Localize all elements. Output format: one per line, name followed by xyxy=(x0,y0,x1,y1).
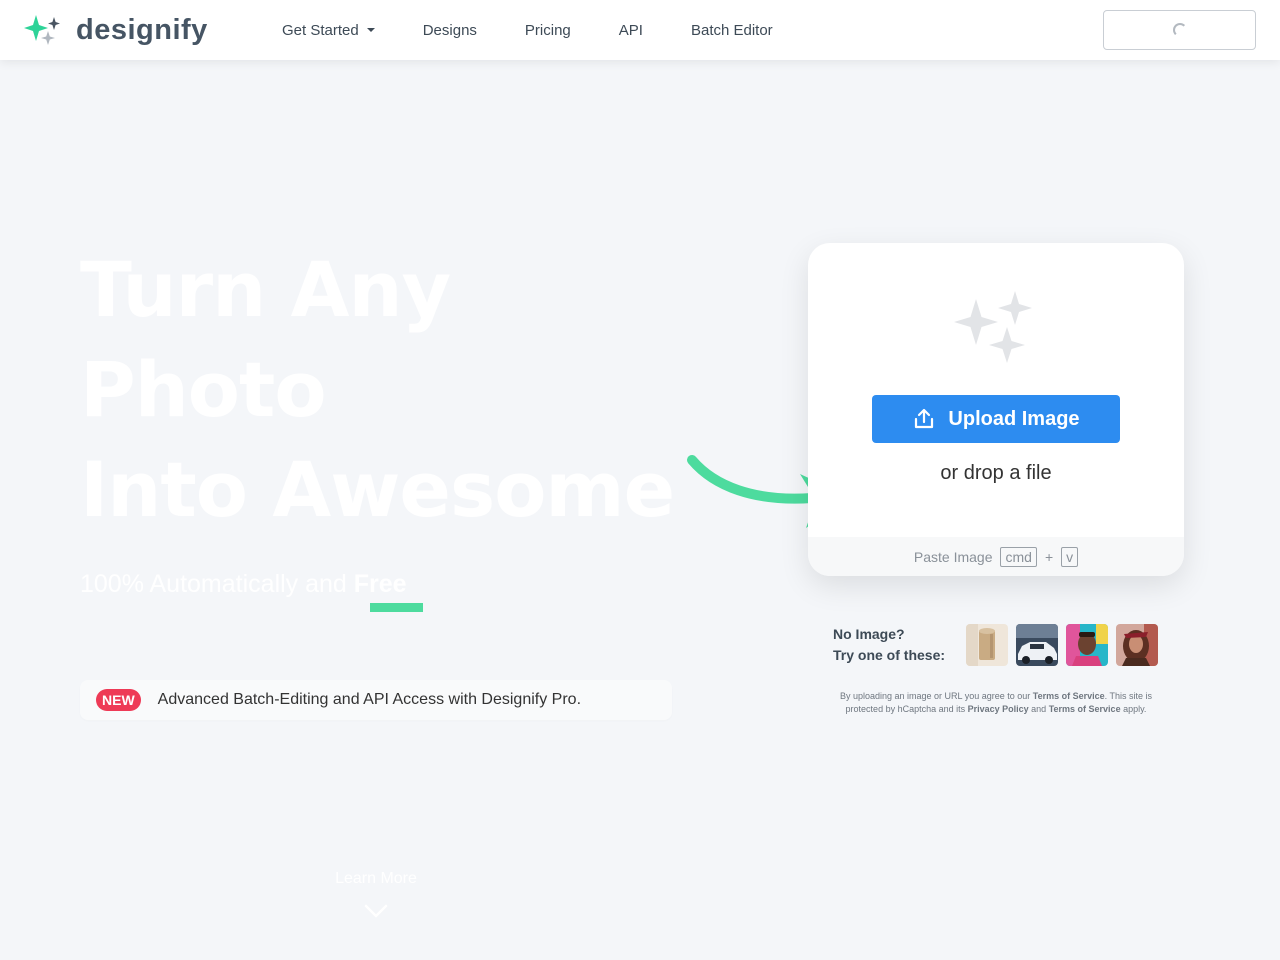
privacy-policy-link[interactable]: Privacy Policy xyxy=(968,704,1029,714)
top-navbar: designify Get Started Designs Pricing AP… xyxy=(0,0,1280,60)
account-button[interactable] xyxy=(1103,10,1256,50)
v-key: v xyxy=(1061,546,1079,567)
new-badge: NEW xyxy=(96,689,141,711)
nav-designs[interactable]: Designs xyxy=(423,22,477,39)
sparkles-logo-icon xyxy=(24,15,60,45)
woman-portrait-image xyxy=(1116,624,1158,666)
caret-down-icon xyxy=(366,28,375,32)
sample-thumb-product[interactable] xyxy=(966,624,1008,666)
car-image xyxy=(1016,624,1058,666)
free-underline xyxy=(370,603,423,612)
legal-notice: By uploading an image or URL you agree t… xyxy=(820,690,1172,716)
terms-of-service-link[interactable]: Terms of Service xyxy=(1033,691,1105,701)
upload-card[interactable]: Upload Image or drop a file Paste Image … xyxy=(808,243,1184,576)
nav-pricing[interactable]: Pricing xyxy=(525,22,571,39)
loading-spinner-icon xyxy=(1173,23,1187,37)
brand-logo[interactable]: designify xyxy=(24,13,208,47)
chevron-down-icon[interactable] xyxy=(364,903,388,919)
hero-title-line-1: Turn Any xyxy=(80,245,451,334)
nav-get-started-label: Get Started xyxy=(282,21,359,39)
legal-text-1: By uploading an image or URL you agree t… xyxy=(839,691,1033,701)
hero-title-line-3: Into Awesome xyxy=(80,445,675,534)
hero-subtitle-text: 100% Automatically and xyxy=(80,570,354,598)
main-nav: Get Started Designs Pricing API Batch Ed… xyxy=(282,0,821,60)
sample-thumb-car[interactable] xyxy=(1016,624,1058,666)
nav-api[interactable]: API xyxy=(619,22,643,39)
hcaptcha-terms-link[interactable]: Terms of Service xyxy=(1049,704,1121,714)
upload-icon xyxy=(915,408,934,429)
announcement-text: Advanced Batch-Editing and API Access wi… xyxy=(157,691,582,708)
sample-images-label: No Image? Try one of these: xyxy=(833,624,945,666)
brand-name: designify xyxy=(76,14,208,46)
plus-sign: + xyxy=(1044,548,1054,565)
sample-label-line-2: Try one of these: xyxy=(833,647,946,663)
hero-subtitle: 100% Automatically and Free xyxy=(80,570,407,599)
pro-announcement-banner[interactable]: NEW Advanced Batch-Editing and API Acces… xyxy=(80,680,672,720)
hero-subtitle-free: Free xyxy=(353,570,407,598)
hero-title: Turn Any Photo Into Awesome xyxy=(80,240,700,540)
paste-image-label: Paste Image xyxy=(913,548,993,565)
upload-image-label: Upload Image xyxy=(948,407,1080,430)
cmd-key: cmd xyxy=(1000,546,1037,567)
upload-image-button[interactable]: Upload Image xyxy=(872,395,1120,443)
nav-get-started[interactable]: Get Started xyxy=(282,22,375,39)
paste-image-hint: Paste Image cmd + v xyxy=(808,537,1184,576)
hero-title-line-2: Photo xyxy=(80,345,327,434)
product-roll-image xyxy=(966,624,1008,666)
sample-label-line-1: No Image? xyxy=(833,626,905,642)
sample-thumb-man[interactable] xyxy=(1066,624,1108,666)
man-portrait-image xyxy=(1066,624,1108,666)
sparkles-icon xyxy=(954,291,1032,363)
sample-thumb-woman[interactable] xyxy=(1116,624,1158,666)
legal-text-4: apply. xyxy=(1120,704,1147,714)
nav-batch-editor[interactable]: Batch Editor xyxy=(691,22,773,39)
drop-file-text: or drop a file xyxy=(940,462,1052,484)
legal-text-3: and xyxy=(1028,704,1049,714)
learn-more-link[interactable]: Learn More xyxy=(335,870,417,888)
